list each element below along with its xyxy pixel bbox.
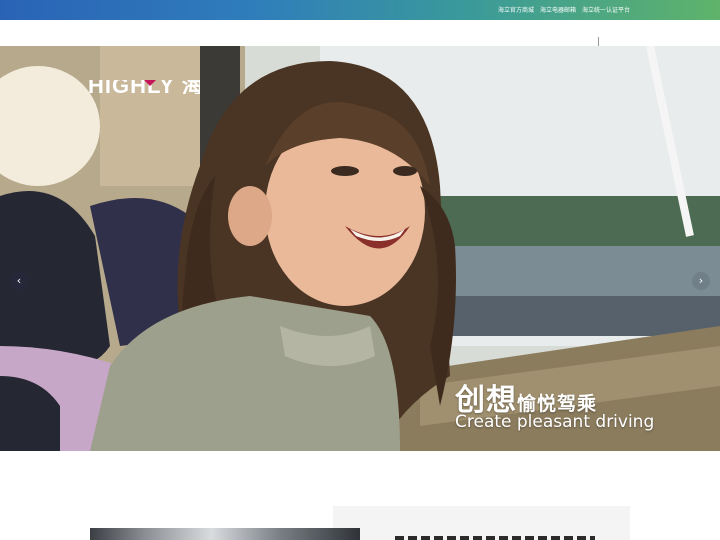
chevron-left-icon: ‹ <box>16 274 22 287</box>
nav-divider <box>598 37 599 46</box>
content-panel <box>333 506 630 540</box>
company-logo[interactable]: HIGHLY 海立 <box>88 80 200 94</box>
company-email-link[interactable]: 海立电器邮箱 <box>540 5 576 14</box>
hero-banner: HIGHLY 海立 创想愉悦驾乘 Create pleasant driving… <box>0 46 720 451</box>
section-heading <box>395 536 595 540</box>
hero-photo <box>0 46 720 451</box>
carousel-prev-button[interactable]: ‹ <box>10 272 28 290</box>
product-image <box>90 528 360 540</box>
official-store-link[interactable]: 海立官方商城 <box>498 5 534 14</box>
carousel-next-button[interactable]: › <box>692 272 710 290</box>
top-links: 海立官方商城 海立电器邮箱 海立统一认证平台 <box>498 5 630 14</box>
slogan-english: Create pleasant driving <box>455 412 655 432</box>
logo-accent-icon <box>144 80 156 86</box>
main-nav <box>0 20 720 46</box>
top-bar: 海立官方商城 海立电器邮箱 海立统一认证平台 <box>0 0 720 20</box>
content-section <box>0 451 720 540</box>
unified-auth-link[interactable]: 海立统一认证平台 <box>582 5 630 14</box>
chevron-right-icon: › <box>698 274 704 287</box>
